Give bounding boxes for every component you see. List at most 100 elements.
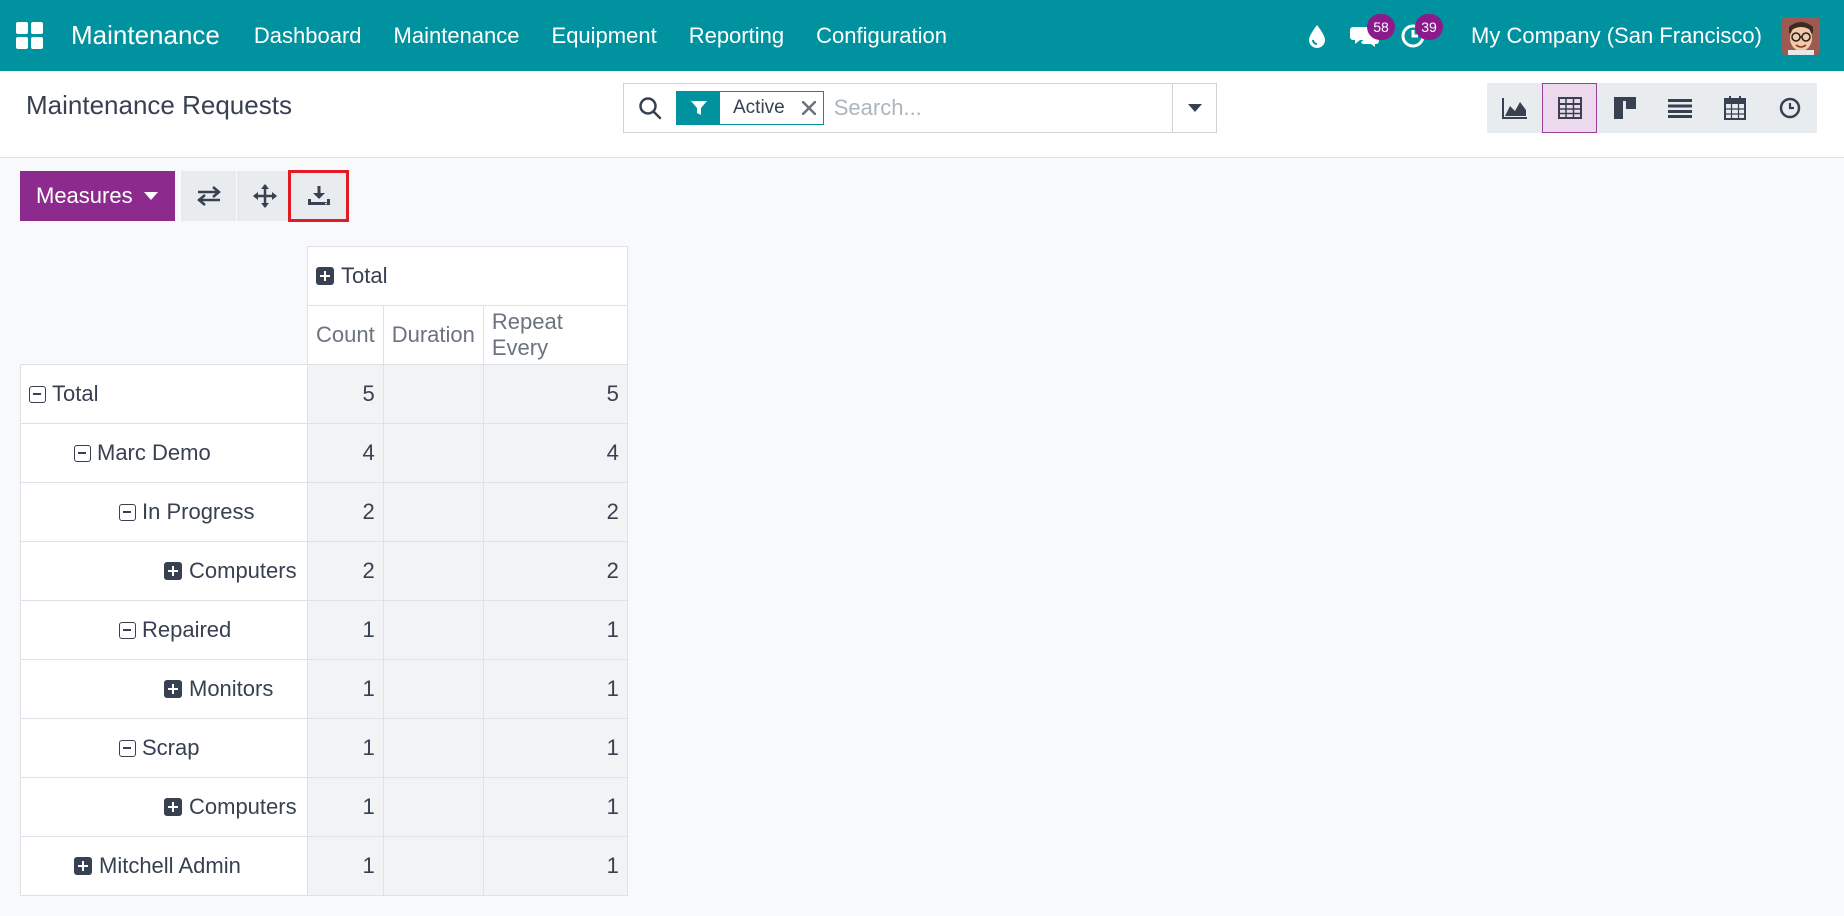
measures-dropdown[interactable]: Measures — [20, 171, 175, 221]
list-icon — [1667, 99, 1692, 118]
measures-label: Measures — [36, 183, 133, 208]
cell-duration[interactable] — [382, 364, 484, 424]
measure-repeat-every[interactable]: Repeat Every — [482, 305, 628, 365]
graph-view-button[interactable] — [1487, 83, 1542, 133]
expand-icon — [316, 267, 334, 285]
flip-axis-button[interactable] — [181, 171, 236, 221]
filter-facet[interactable]: Active — [676, 91, 824, 125]
col-header-label: Total — [341, 263, 388, 288]
row-header[interactable]: Computers — [20, 777, 308, 837]
menu-equipment[interactable]: Equipment — [536, 23, 673, 49]
row-header[interactable]: Scrap — [20, 718, 308, 778]
cell-duration[interactable] — [382, 659, 484, 719]
menu-maintenance[interactable]: Maintenance — [378, 23, 536, 49]
pivot-row: Computers 1 1 — [20, 777, 628, 837]
row-header[interactable]: Repaired — [20, 600, 308, 660]
list-view-button[interactable] — [1652, 83, 1707, 133]
cell-repeat-every[interactable]: 1 — [482, 777, 628, 837]
cell-count[interactable]: 1 — [307, 836, 384, 896]
cell-count[interactable]: 4 — [307, 423, 384, 483]
view-switcher — [1487, 83, 1817, 133]
cell-repeat-every[interactable]: 1 — [482, 600, 628, 660]
cell-repeat-every[interactable]: 1 — [482, 836, 628, 896]
calendar-icon — [1723, 96, 1746, 120]
collapse-icon — [74, 444, 91, 462]
caret-down-icon — [1187, 103, 1202, 112]
search-icon[interactable] — [624, 84, 676, 132]
calendar-view-button[interactable] — [1707, 83, 1762, 133]
user-avatar[interactable] — [1782, 16, 1820, 55]
row-header[interactable]: Total — [20, 364, 308, 424]
activity-view-button[interactable] — [1762, 83, 1817, 133]
odoo-drop-icon[interactable] — [1293, 0, 1341, 71]
menu-dashboard[interactable]: Dashboard — [238, 23, 378, 49]
exchange-icon — [196, 186, 221, 206]
measure-duration[interactable]: Duration — [382, 305, 484, 365]
row-header[interactable]: In Progress — [20, 482, 308, 542]
cell-duration[interactable] — [382, 423, 484, 483]
top-navbar: Maintenance Dashboard Maintenance Equipm… — [0, 0, 1844, 71]
remove-facet-icon[interactable] — [795, 92, 823, 124]
company-switcher[interactable]: My Company (San Francisco) — [1471, 23, 1762, 49]
cell-repeat-every[interactable]: 1 — [482, 659, 628, 719]
cell-count[interactable]: 1 — [307, 600, 384, 660]
download-xlsx-button[interactable] — [288, 170, 349, 222]
row-header-label: Monitors — [189, 676, 274, 701]
pivot-row: Repaired 1 1 — [20, 600, 628, 660]
collapse-icon — [119, 739, 136, 757]
control-panel: Maintenance Requests Active — [0, 71, 1844, 158]
pivot-view-button[interactable] — [1542, 83, 1597, 133]
row-header[interactable]: Computers — [20, 541, 308, 601]
search-input[interactable] — [833, 95, 1154, 121]
menu-reporting[interactable]: Reporting — [673, 23, 800, 49]
facet-label: Active — [733, 97, 785, 118]
cell-repeat-every[interactable]: 2 — [482, 482, 628, 542]
app-menu-icon[interactable] — [16, 21, 46, 51]
app-brand[interactable]: Maintenance — [71, 20, 220, 51]
cell-count[interactable]: 5 — [307, 364, 384, 424]
table-icon — [1557, 97, 1582, 119]
cell-duration[interactable] — [382, 836, 484, 896]
messages-button[interactable]: 58 — [1341, 0, 1396, 71]
row-header-label: Total — [52, 381, 99, 406]
cell-repeat-every[interactable]: 2 — [482, 541, 628, 601]
cell-count[interactable]: 2 — [307, 482, 384, 542]
filter-icon — [677, 91, 720, 125]
cell-duration[interactable] — [382, 718, 484, 778]
caret-down-icon — [143, 192, 158, 200]
cell-count[interactable]: 1 — [307, 777, 384, 837]
row-header[interactable]: Monitors — [20, 659, 308, 719]
pivot-row: In Progress 2 2 — [20, 482, 628, 542]
expand-icon — [74, 857, 92, 875]
expand-all-button[interactable] — [237, 171, 292, 221]
area-chart-icon — [1501, 98, 1527, 119]
clock-icon — [1779, 97, 1800, 119]
cell-repeat-every[interactable]: 1 — [482, 718, 628, 778]
cell-duration[interactable] — [382, 482, 484, 542]
menu-configuration[interactable]: Configuration — [800, 23, 963, 49]
cell-count[interactable]: 1 — [307, 659, 384, 719]
cell-count[interactable]: 2 — [307, 541, 384, 601]
kanban-view-button[interactable] — [1597, 83, 1652, 133]
search-bar[interactable]: Active — [623, 83, 1217, 133]
row-header-label: Repaired — [142, 617, 232, 642]
row-header-label: Scrap — [142, 735, 200, 760]
row-header[interactable]: Mitchell Admin — [20, 836, 308, 896]
measure-count[interactable]: Count — [307, 305, 384, 365]
expand-icon — [164, 798, 182, 816]
cell-duration[interactable] — [382, 541, 484, 601]
row-header[interactable]: Marc Demo — [20, 423, 308, 483]
expand-icon — [164, 680, 182, 698]
row-header-label: Computers — [189, 558, 297, 583]
cell-count[interactable]: 1 — [307, 718, 384, 778]
search-options-toggle[interactable] — [1172, 84, 1216, 132]
pivot-corner — [21, 247, 308, 365]
activities-button[interactable]: 39 — [1389, 0, 1444, 71]
cell-repeat-every[interactable]: 5 — [482, 364, 628, 424]
page-title: Maintenance Requests — [26, 90, 292, 120]
cell-repeat-every[interactable]: 4 — [482, 423, 628, 483]
cell-duration[interactable] — [382, 777, 484, 837]
col-header-total[interactable]: Total — [307, 246, 628, 306]
collapse-icon — [119, 621, 136, 639]
cell-duration[interactable] — [382, 600, 484, 660]
